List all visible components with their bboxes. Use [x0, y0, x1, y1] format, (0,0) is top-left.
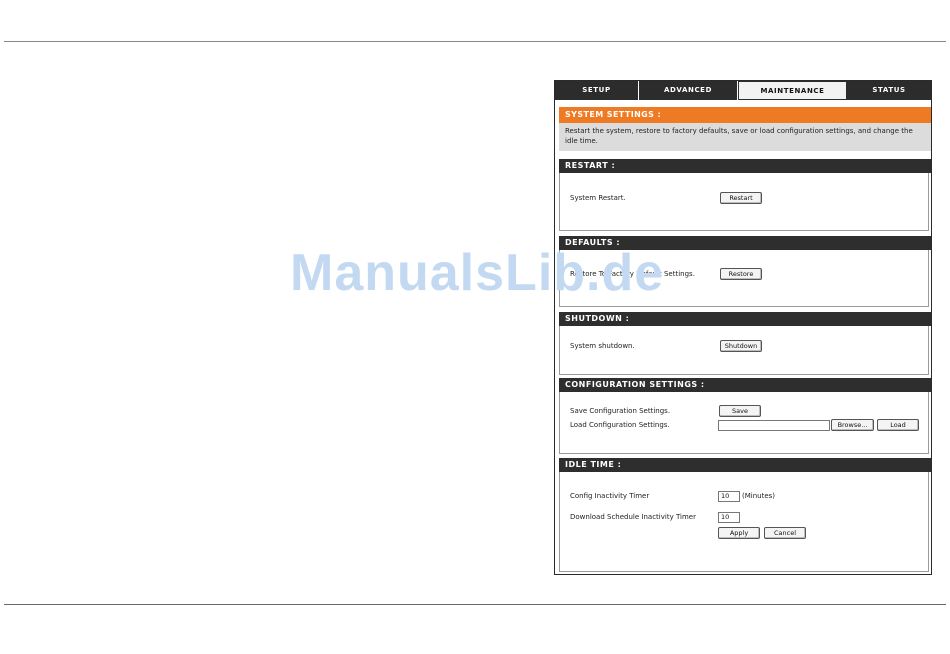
download-schedule-label: Download Schedule Inactivity Timer — [570, 513, 696, 521]
browse-button[interactable]: Browse... — [831, 419, 874, 431]
restore-button[interactable]: Restore — [720, 268, 762, 280]
configuration-section: Save Configuration Settings. Save Load C… — [559, 392, 929, 454]
tab-setup[interactable]: SETUP — [555, 81, 639, 100]
config-inactivity-input[interactable]: 10 — [718, 491, 740, 502]
bottom-divider — [4, 604, 946, 605]
restart-section-title: RESTART : — [559, 159, 931, 173]
save-button[interactable]: Save — [719, 405, 761, 417]
minutes-unit-label: (Minutes) — [742, 492, 776, 500]
tab-status[interactable]: STATUS — [847, 81, 931, 100]
load-button[interactable]: Load — [877, 419, 919, 431]
watermark: ManualsLib.de — [290, 244, 665, 302]
router-maintenance-panel: SETUP ADVANCED MAINTENANCE STATUS SYSTEM… — [554, 80, 932, 575]
top-divider — [4, 41, 946, 42]
shutdown-section-title: SHUTDOWN : — [559, 312, 931, 326]
restart-label: System Restart. — [570, 194, 626, 202]
shutdown-section: System shutdown. Shutdown — [559, 326, 929, 375]
cancel-button[interactable]: Cancel — [764, 527, 806, 539]
apply-button[interactable]: Apply — [718, 527, 760, 539]
main-tabs: SETUP ADVANCED MAINTENANCE STATUS — [555, 81, 931, 100]
system-settings-description: Restart the system, restore to factory d… — [559, 123, 931, 151]
download-schedule-input[interactable]: 10 — [718, 512, 740, 523]
configuration-section-title: CONFIGURATION SETTINGS : — [559, 378, 931, 392]
idle-time-section: Config Inactivity Timer 10 (Minutes) Dow… — [559, 472, 929, 572]
shutdown-button[interactable]: Shutdown — [720, 340, 762, 352]
tab-maintenance[interactable]: MAINTENANCE — [738, 81, 847, 100]
idle-time-section-title: IDLE TIME : — [559, 458, 931, 472]
restart-section: System Restart. Restart — [559, 173, 929, 231]
restart-button[interactable]: Restart — [720, 192, 762, 204]
load-config-label: Load Configuration Settings. — [570, 421, 670, 429]
save-config-label: Save Configuration Settings. — [570, 407, 671, 415]
system-settings-title: SYSTEM SETTINGS : — [559, 107, 931, 123]
config-inactivity-label: Config Inactivity Timer — [570, 492, 650, 500]
tab-advanced[interactable]: ADVANCED — [639, 81, 738, 100]
config-file-input[interactable] — [718, 420, 830, 431]
shutdown-label: System shutdown. — [570, 342, 635, 350]
